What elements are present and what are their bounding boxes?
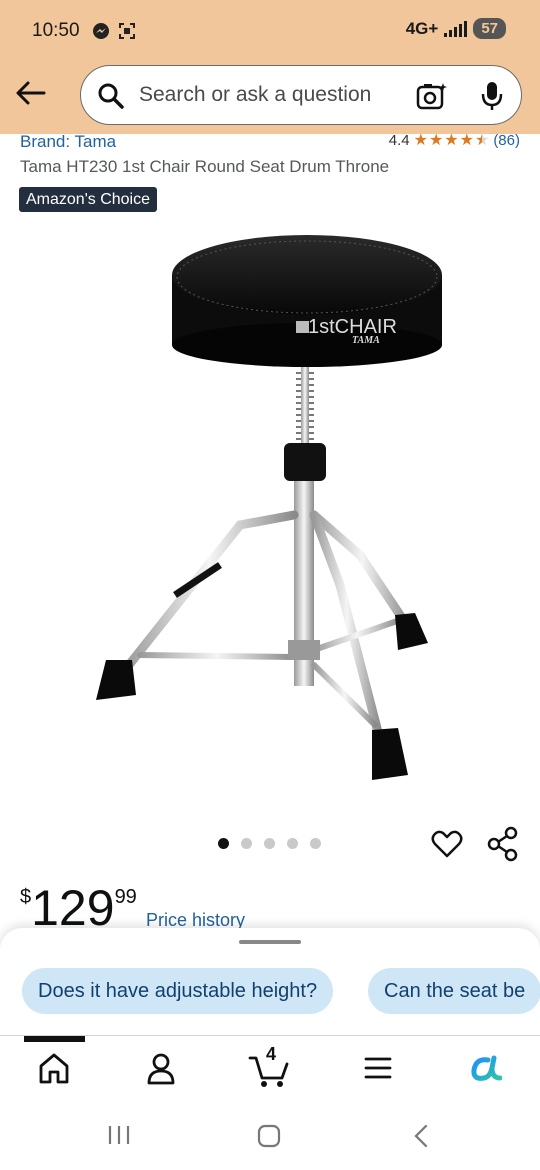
active-tab-indicator <box>24 1036 85 1042</box>
share-icon[interactable] <box>486 826 520 862</box>
status-bar: 10:50 4G+ 57 <box>0 0 540 62</box>
star-rating: ★ ★ ★ ★ ★ <box>413 131 490 149</box>
rufus-icon[interactable] <box>470 1054 502 1084</box>
carousel-dot[interactable] <box>241 838 252 849</box>
suggested-question-chip[interactable]: Does it have adjustable height? <box>22 968 334 1014</box>
back-arrow-icon[interactable] <box>14 78 48 108</box>
suggested-question-chip[interactable]: Can the seat be <box>368 968 540 1014</box>
price-symbol: $ <box>20 886 32 908</box>
system-navigation-bar <box>0 1105 540 1170</box>
menu-icon[interactable] <box>364 1056 392 1080</box>
status-time: 10:50 <box>32 20 80 41</box>
microphone-icon[interactable] <box>479 80 505 112</box>
cart-button[interactable]: 4 <box>248 1044 290 1088</box>
heart-icon[interactable] <box>430 828 464 860</box>
rating-value: 4.4 <box>388 132 410 149</box>
header: 10:50 4G+ 57 Search or ask a question <box>0 0 540 134</box>
messenger-icon <box>93 23 109 39</box>
product-title: Tama HT230 1st Chair Round Seat Drum Thr… <box>20 157 390 176</box>
star-icon: ★ <box>459 131 474 149</box>
star-icon: ★ <box>428 131 444 149</box>
amazons-choice-badge: Amazon's Choice <box>19 187 157 212</box>
camera-lens-icon[interactable] <box>415 80 449 112</box>
star-icon: ★ <box>444 131 459 149</box>
seat-logo-tama: TAMA <box>352 335 380 346</box>
network-type: 4G+ <box>405 18 439 38</box>
bottom-navigation: 4 <box>0 1035 540 1105</box>
sheet-drag-handle[interactable] <box>239 940 301 944</box>
half-star-icon: ★ <box>474 131 490 149</box>
rating-summary[interactable]: 4.4 ★ ★ ★ ★ ★ (86) <box>389 132 520 149</box>
account-icon[interactable] <box>146 1052 176 1086</box>
home-button-icon[interactable] <box>256 1123 282 1149</box>
signal-icon <box>444 20 468 37</box>
product-image[interactable]: 1stCHAIR TAMA <box>80 225 460 795</box>
carousel-dot[interactable] <box>287 838 298 849</box>
cart-count: 4 <box>266 1044 277 1064</box>
image-carousel-dots[interactable] <box>218 838 321 849</box>
rufus-question-sheet: Does it have adjustable height? Can the … <box>0 928 540 1038</box>
home-icon[interactable] <box>38 1052 70 1086</box>
battery-indicator: 57 <box>473 18 506 39</box>
recent-apps-icon[interactable] <box>106 1123 132 1147</box>
brand-link[interactable]: Brand: Tama <box>20 132 116 152</box>
search-placeholder: Search or ask a question <box>139 83 372 106</box>
search-input[interactable]: Search or ask a question <box>80 65 522 125</box>
carousel-dot[interactable] <box>218 838 229 849</box>
carousel-dot[interactable] <box>310 838 321 849</box>
price-fraction: 99 <box>114 886 137 908</box>
carousel-dot[interactable] <box>264 838 275 849</box>
screenshot-icon <box>119 23 135 39</box>
review-count: (86) <box>493 132 520 149</box>
search-icon <box>98 83 124 109</box>
star-icon: ★ <box>413 131 428 149</box>
system-back-icon[interactable] <box>410 1123 432 1149</box>
